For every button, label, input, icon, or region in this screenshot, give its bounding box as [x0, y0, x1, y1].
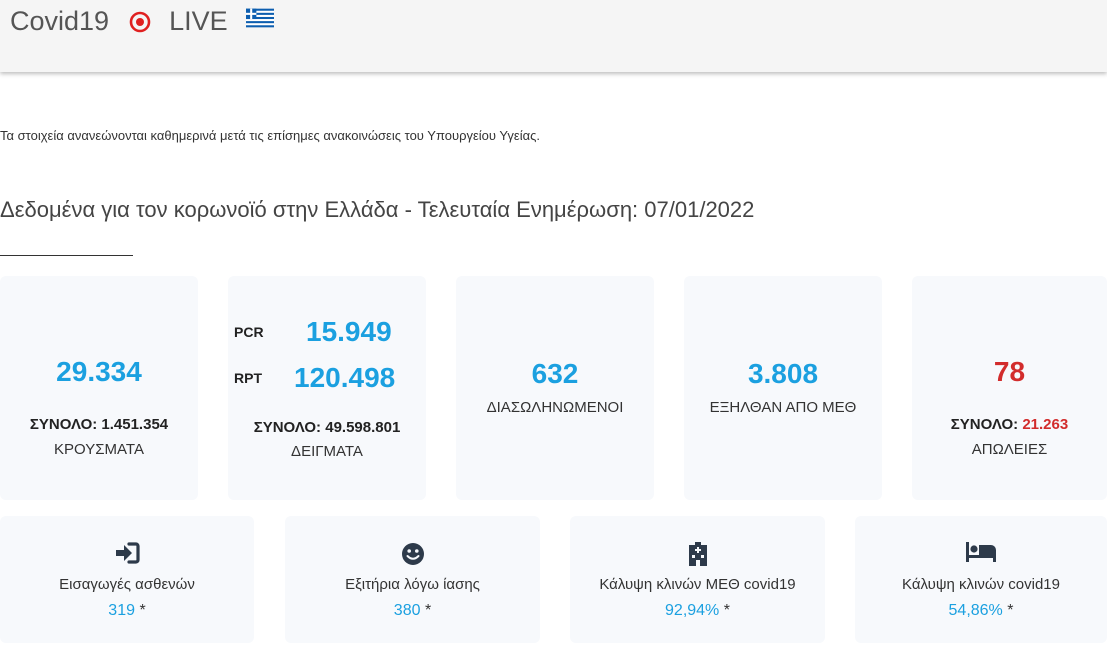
sign-in-icon: [114, 542, 140, 569]
discharges-star: *: [424, 602, 432, 619]
discharges-label: Εξιτήρια λόγω ίασης: [345, 576, 480, 593]
covid-beds-label: Κάλυψη κλινών covid19: [902, 576, 1060, 593]
icu-exits-label: ΕΞΗΛΘΑΝ ΑΠΟ ΜΕΘ: [709, 399, 857, 416]
rpt-tag: RPT: [234, 370, 262, 386]
covid-beds-value-row: 54,86% *: [855, 602, 1107, 620]
cases-label: ΚΡΟΥΣΜΑΤΑ: [54, 441, 144, 458]
admissions-value: 319: [108, 602, 135, 619]
covid-beds-value: 54,86%: [948, 602, 1003, 619]
admissions-card: Εισαγωγές ασθενών 319 *: [0, 516, 254, 643]
cases-card: 29.334 ΣΥΝΟΛΟ: 1.451.354 ΚΡΟΥΣΜΑΤΑ: [0, 276, 198, 500]
title-underline: [0, 255, 133, 256]
icu-exits-card: 3.808 ΕΞΗΛΘΑΝ ΑΠΟ ΜΕΘ: [684, 276, 882, 500]
page-title: Δεδομένα για τον κορωνοϊό στην Ελλάδα - …: [0, 197, 755, 222]
brand[interactable]: Covid19 LIVE: [10, 6, 274, 37]
deaths-value: 78: [993, 356, 1026, 387]
rpt-row: RPT 120.498: [228, 362, 426, 394]
intubated-card: 632 ΔΙΑΣΩΛΗΝΩΜΕΝΟΙ: [456, 276, 654, 500]
icu-beds-label: Κάλυψη κλινών ΜΕΘ covid19: [599, 576, 796, 593]
covid-beds-card: Κάλυψη κλινών covid19 54,86% *: [855, 516, 1107, 643]
icu-beds-card: Κάλυψη κλινών ΜΕΘ covid19 92,94% *: [570, 516, 825, 643]
pcr-tag: PCR: [234, 324, 264, 340]
discharges-value: 380: [393, 602, 421, 619]
greek-flag-icon[interactable]: [245, 8, 274, 28]
admissions-star: *: [139, 602, 146, 619]
deaths-label: ΑΠΩΛΕΙΕΣ: [971, 441, 1048, 458]
hospital-icon: [688, 542, 708, 571]
admissions-label: Εισαγωγές ασθενών: [59, 576, 195, 593]
bed-icon: [965, 542, 997, 567]
deaths-total-prefix: ΣΥΝΟΛΟ:: [950, 416, 1019, 433]
intubated-label: ΔΙΑΣΩΛΗΝΩΜΕΝΟΙ: [486, 399, 624, 416]
top-bar: Covid19 LIVE: [0, 0, 1107, 72]
icu-beds-value: 92,94%: [665, 602, 720, 619]
discharges-card: Εξιτήρια λόγω ίασης 380 *: [285, 516, 540, 643]
deaths-card: 78 ΣΥΝΟΛΟ: 21.263 ΑΠΩΛΕΙΕΣ: [912, 276, 1107, 500]
discharges-value-row: 380 *: [285, 602, 540, 620]
cases-total: ΣΥΝΟΛΟ: 1.451.354: [29, 416, 169, 433]
update-notice: Τα στοιχεία ανανεώνονται καθημερινά μετά…: [0, 128, 540, 143]
admissions-value-row: 319 *: [0, 602, 254, 620]
pcr-row: PCR 15.949: [228, 316, 426, 348]
cases-value: 29.334: [56, 356, 142, 387]
intubated-value: 632: [531, 358, 579, 389]
smile-icon: [401, 542, 425, 571]
icu-beds-star: *: [723, 602, 730, 619]
brand-title: Covid19: [10, 6, 110, 36]
live-record-icon: [129, 11, 151, 33]
deaths-total: ΣΥΝΟΛΟ: 21.263: [912, 416, 1107, 433]
deaths-total-value: 21.263: [1022, 416, 1069, 433]
covid-beds-star: *: [1007, 602, 1014, 619]
live-label: LIVE: [169, 6, 228, 36]
icu-beds-value-row: 92,94% *: [570, 602, 825, 620]
rpt-value: 120.498: [294, 362, 396, 393]
tests-card: PCR 15.949 RPT 120.498 ΣΥΝΟΛΟ: 49.598.80…: [228, 276, 426, 500]
tests-total: ΣΥΝΟΛΟ: 49.598.801: [253, 419, 401, 436]
pcr-value: 15.949: [306, 316, 392, 347]
tests-label: ΔΕΙΓΜΑΤΑ: [291, 443, 363, 460]
icu-exits-value: 3.808: [747, 358, 819, 389]
